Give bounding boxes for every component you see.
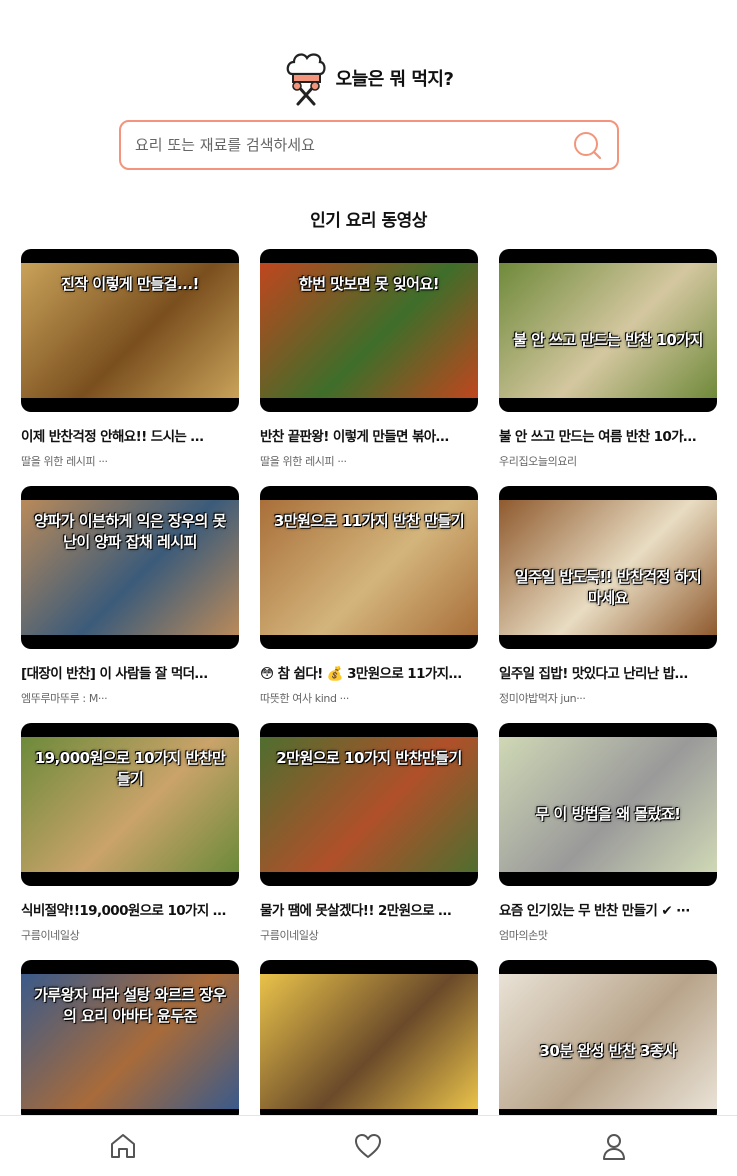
video-thumbnail[interactable]: 일주일 밥도둑!! 반찬걱정 하지 마세요 <box>499 486 717 649</box>
video-title[interactable]: 반찬 끝판왕! 이렇게 만들면 볶아… <box>260 425 478 445</box>
video-thumbnail[interactable]: 가루왕자 따라 설탕 와르르 장우의 요리 아바타 윤두준 <box>21 960 239 1123</box>
video-thumbnail[interactable]: 진작 이렇게 만들걸...! <box>21 249 239 412</box>
video-card[interactable]: 무 이 방법을 왜 몰랐죠! 요즘 인기있는 무 반찬 만들기 ✔ ··· 엄마의손… <box>499 723 717 960</box>
channel-name[interactable]: 우리집오늘의요리 <box>499 453 717 469</box>
thumbnail-caption: 가루왕자 따라 설탕 와르르 장우의 요리 아바타 윤두준 <box>34 986 226 1025</box>
video-title[interactable]: 물가 땜에 못살겠다!! 2만원으로 … <box>260 899 478 919</box>
thumbnail-caption: 3만원으로 11가지 반찬 만들기 <box>273 512 465 530</box>
search-bar[interactable] <box>119 120 619 170</box>
video-thumbnail[interactable]: 30분 완성 반찬 3종사 <box>499 960 717 1123</box>
search-icon[interactable] <box>573 130 603 160</box>
video-title[interactable]: 😳 참 쉽다! 💰 3만원으로 11가지… <box>260 662 478 682</box>
thumbnail-caption: 2만원으로 10가지 반찬만들기 <box>276 749 462 767</box>
video-card[interactable]: 3만원으로 11가지 반찬 만들기 😳 참 쉽다! 💰 3만원으로 11가지… 따뜻… <box>260 486 478 723</box>
section-title: 인기 요리 동영상 <box>310 211 427 231</box>
video-thumbnail[interactable]: 3만원으로 11가지 반찬 만들기 <box>260 486 478 649</box>
nav-profile-button[interactable] <box>584 1116 644 1176</box>
video-card[interactable]: 2만원으로 10가지 반찬만들기물가 땜에 못살겠다!! 2만원으로 … 구름이네… <box>260 723 478 960</box>
nav-favorites-button[interactable] <box>338 1116 398 1176</box>
channel-name[interactable]: 정미야밥먹자 jun··· <box>499 690 717 706</box>
video-card[interactable]: 19,000원으로 10가지 반찬만들기식비절약!!19,000원으로 10가지… <box>21 723 239 960</box>
channel-name[interactable]: 딸을 위한 레시피 ··· <box>260 453 478 469</box>
channel-name[interactable]: 엄마의손맛 <box>499 927 717 943</box>
app-title: 오늘은 뭐 먹지? <box>335 69 454 90</box>
video-title[interactable]: 식비절약!!19,000원으로 10가지 … <box>21 899 239 919</box>
thumbnail-image <box>260 974 478 1109</box>
thumbnail-caption: 진작 이렇게 만들걸...! <box>61 275 199 293</box>
thumbnail-caption: 양파가 이븐하게 익은 장우의 못난이 양파 잡채 레시피 <box>34 512 226 551</box>
channel-name[interactable]: 따뜻한 여사 kind ··· <box>260 690 478 706</box>
heart-icon <box>355 1134 382 1158</box>
home-icon <box>110 1134 135 1158</box>
channel-name[interactable]: 딸을 위한 레시피 ··· <box>21 453 239 469</box>
video-thumbnail[interactable]: 19,000원으로 10가지 반찬만들기 <box>21 723 239 886</box>
thumbnail-caption: 일주일 밥도둑!! 반찬걱정 하지 마세요 <box>514 568 702 607</box>
user-icon <box>603 1134 626 1160</box>
video-title[interactable]: 이제 반찬걱정 안해요!! 드시는 … <box>21 425 239 445</box>
video-title[interactable]: 요즘 인기있는 무 반찬 만들기 ✔ ··· <box>499 899 717 919</box>
video-thumbnail[interactable]: 무 이 방법을 왜 몰랐죠! <box>499 723 717 886</box>
video-thumbnail[interactable]: 한번 맛보면 못 잊어요! <box>260 249 478 412</box>
app-header: 오늘은 뭐 먹지? <box>0 48 737 108</box>
video-card[interactable]: 일주일 밥도둑!! 반찬걱정 하지 마세요일주일 집밥! 맛있다고 난리난 밥…… <box>499 486 717 723</box>
video-title[interactable]: 일주일 집밥! 맛있다고 난리난 밥… <box>499 662 717 682</box>
channel-name[interactable]: 구름이네일상 <box>21 927 239 943</box>
thumbnail-caption: 무 이 방법을 왜 몰랐죠! <box>535 805 681 823</box>
nav-home-button[interactable] <box>93 1116 153 1176</box>
video-thumbnail[interactable]: 양파가 이븐하게 익은 장우의 못난이 양파 잡채 레시피 <box>21 486 239 649</box>
video-title[interactable]: 불 안 쓰고 만드는 여름 반찬 10가… <box>499 425 717 445</box>
thumbnail-caption: 한번 맛보면 못 잊어요! <box>298 275 440 293</box>
channel-name[interactable]: 엠뚜루마뚜루 : M··· <box>21 690 239 706</box>
search-input[interactable] <box>135 136 573 154</box>
thumbnail-caption: 30분 완성 반찬 3종사 <box>539 1042 677 1060</box>
video-thumbnail[interactable]: 2만원으로 10가지 반찬만들기 <box>260 723 478 886</box>
video-thumbnail[interactable]: 불 안 쓰고 만드는 반찬 10가지 <box>499 249 717 412</box>
video-card[interactable]: 불 안 쓰고 만드는 반찬 10가지불 안 쓰고 만드는 여름 반찬 10가… 우… <box>499 249 717 486</box>
video-title[interactable]: [대장이 반찬] 이 사람들 잘 먹더… <box>21 662 239 682</box>
video-grid: 진작 이렇게 만들걸...! 이제 반찬걱정 안해요!! 드시는 … 딸을 위한 레… <box>21 249 717 1176</box>
video-card[interactable]: 진작 이렇게 만들걸...! 이제 반찬걱정 안해요!! 드시는 … 딸을 위한 레… <box>21 249 239 486</box>
bottom-nav <box>0 1115 737 1176</box>
video-card[interactable]: 한번 맛보면 못 잊어요! 반찬 끝판왕! 이렇게 만들면 볶아… 딸을 위한 레시… <box>260 249 478 486</box>
video-thumbnail[interactable] <box>260 960 478 1123</box>
channel-name[interactable]: 구름이네일상 <box>260 927 478 943</box>
thumbnail-caption: 19,000원으로 10가지 반찬만들기 <box>34 749 226 788</box>
video-card[interactable]: 양파가 이븐하게 익은 장우의 못난이 양파 잡채 레시피 [대장이 반찬] 이 … <box>21 486 239 723</box>
chef-hat-icon <box>286 53 326 106</box>
thumbnail-caption: 불 안 쓰고 만드는 반찬 10가지 <box>513 331 703 349</box>
